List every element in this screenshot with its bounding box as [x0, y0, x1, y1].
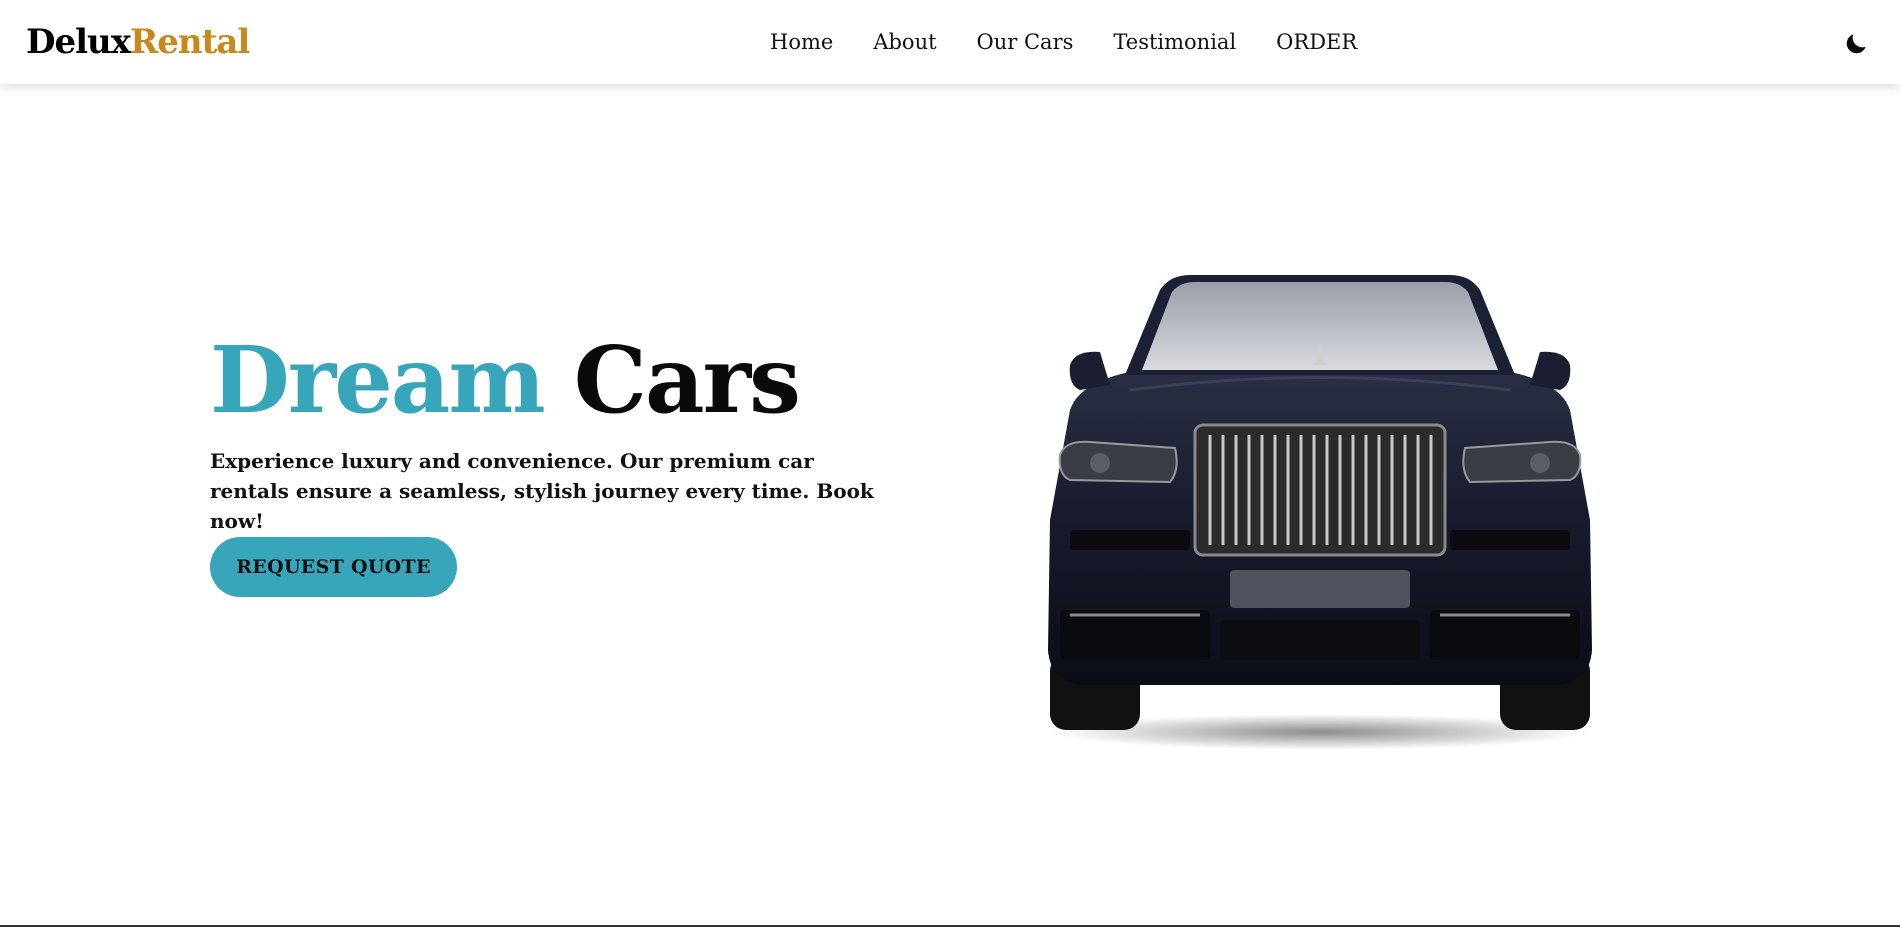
moon-icon [1846, 34, 1866, 54]
nav-item-order: ORDER [1276, 26, 1357, 58]
nav-link-home[interactable]: Home [770, 30, 833, 54]
luxury-suv-image [1030, 270, 1610, 750]
brand-name-part1: Delux [26, 22, 131, 62]
nav-item-testimonial: Testimonial [1113, 26, 1236, 58]
hero-description: Experience luxury and convenience. Our p… [210, 449, 874, 533]
nav-item-about: About [873, 26, 936, 58]
brand-name-part2: Rental [130, 22, 250, 62]
hero-title-main: Cars [573, 326, 801, 434]
hero-title-accent: Dream [210, 326, 546, 434]
hero-title: Dream Cars [210, 330, 890, 430]
brand-logo[interactable]: DeluxRental [26, 18, 250, 66]
nav-link-order[interactable]: ORDER [1276, 30, 1357, 54]
hero-content: Dream Cars Experience luxury and conveni… [210, 330, 890, 536]
nav-menu: Home About Our Cars Testimonial ORDER [770, 26, 1357, 58]
navbar: DeluxRental Home About Our Cars Testimon… [0, 0, 1900, 84]
nav-item-our-cars: Our Cars [977, 26, 1074, 58]
nav-link-our-cars[interactable]: Our Cars [977, 30, 1074, 54]
nav-item-home: Home [770, 26, 833, 58]
request-quote-button[interactable]: REQUEST QUOTE [210, 537, 457, 597]
theme-toggle-button[interactable] [1844, 30, 1870, 56]
car-illustration [1048, 275, 1592, 750]
nav-link-testimonial[interactable]: Testimonial [1113, 30, 1236, 54]
nav-link-about[interactable]: About [873, 30, 936, 54]
